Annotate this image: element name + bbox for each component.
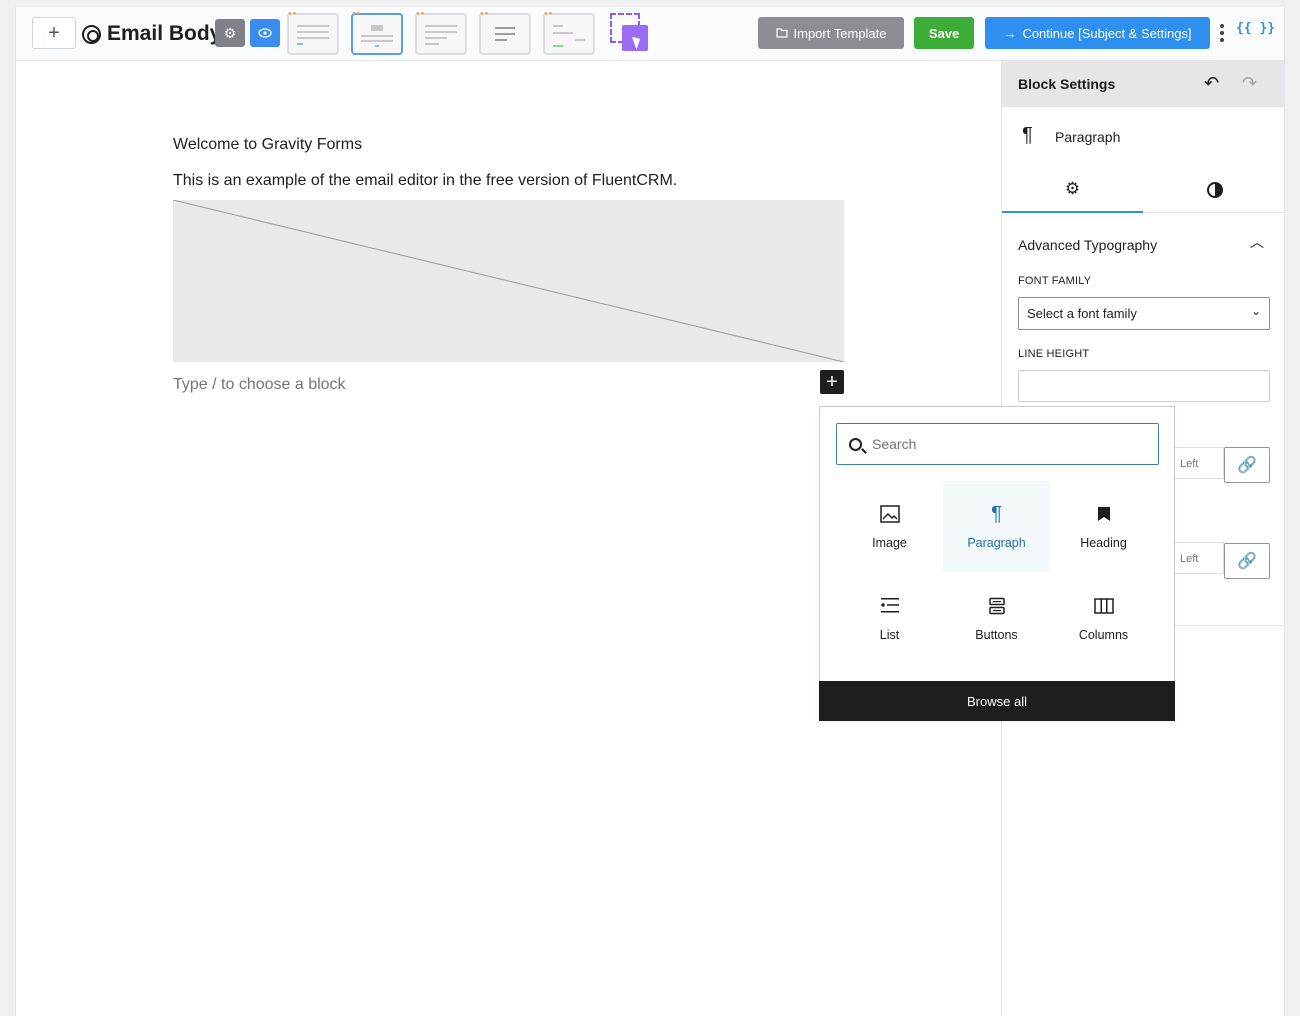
placeholder-diagonal [173, 200, 844, 362]
template-thumbnail-1[interactable]: ●● [287, 11, 339, 55]
shortcodes-button[interactable]: {{ }} [1236, 21, 1275, 36]
inline-inserter-button[interactable]: + [820, 370, 844, 394]
tab-styles[interactable] [1144, 167, 1284, 213]
visual-builder-button[interactable] [610, 13, 650, 53]
search-placeholder: Search [872, 436, 917, 452]
font-family-value: Select a font family [1027, 306, 1137, 321]
save-label: Save [928, 25, 960, 41]
chevron-down-icon: ⌄ [1250, 304, 1261, 318]
template-thumbnail-3[interactable]: ●● [415, 11, 467, 55]
template-dots: ●● [288, 11, 298, 17]
continue-label: Continue [Subject & Settings] [1022, 25, 1192, 41]
bookmark-icon [1097, 503, 1111, 525]
settings-gear-button[interactable]: ⚙ [215, 19, 245, 47]
block-item-paragraph[interactable]: ¶ Paragraph [943, 481, 1050, 572]
list-icon [880, 595, 900, 617]
template-thumbnail-5[interactable]: ●● [543, 11, 595, 55]
paragraph-example[interactable]: This is an example of the email editor i… [173, 172, 677, 190]
more-options-button[interactable] [1217, 19, 1227, 47]
paragraph-icon: ¶ [991, 502, 1002, 525]
paragraph-icon: ¶ [1022, 124, 1033, 146]
chevron-up-icon[interactable]: ︿ [1250, 232, 1264, 252]
tab-settings[interactable]: ⚙ [1002, 167, 1143, 213]
block-item-columns[interactable]: Columns [1050, 573, 1157, 664]
top-toolbar: + Email Body ⚙ ●● ●● ●● ●● ●● Import Tem… [16, 7, 1284, 61]
block-label: Image [872, 536, 907, 550]
link-sides-button-2[interactable]: 🔗 [1224, 543, 1270, 579]
preview-button[interactable] [250, 19, 280, 47]
block-label: Columns [1078, 628, 1129, 642]
save-button[interactable]: Save [914, 17, 974, 49]
template-dots: ●● [416, 11, 426, 17]
import-template-label: Import Template [793, 25, 887, 41]
block-label: Buttons [975, 628, 1018, 642]
block-item-list[interactable]: List [836, 573, 943, 664]
gear-icon: ⚙ [1064, 179, 1081, 198]
contrast-icon [1206, 182, 1223, 198]
template-dots: ●● [544, 11, 554, 17]
template-thumbnail-4[interactable]: ●● [479, 11, 531, 55]
template-dots: ●● [352, 11, 362, 17]
block-name: Paragraph [1055, 129, 1121, 145]
search-icon [849, 437, 862, 451]
link-icon: 🔗 [1237, 457, 1257, 474]
add-block-button[interactable]: + [32, 17, 76, 49]
import-template-button[interactable]: Import Template [758, 17, 904, 49]
block-item-heading[interactable]: Heading [1050, 481, 1157, 572]
block-appender[interactable]: Type / to choose a block [173, 376, 346, 394]
undo-icon[interactable]: ↶ [1204, 73, 1219, 94]
link-sides-button-1[interactable]: 🔗 [1224, 447, 1270, 483]
columns-icon [1093, 595, 1114, 617]
spacing-left-input-2[interactable]: Left [1174, 542, 1224, 574]
panel-title[interactable]: Advanced Typography [1018, 237, 1157, 253]
arrow-right-icon: → [1003, 25, 1017, 41]
redo-icon[interactable]: ↷ [1242, 73, 1257, 94]
folder-icon [775, 28, 788, 38]
buttons-icon [988, 595, 1006, 617]
link-icon: 🔗 [1237, 553, 1257, 570]
block-search-input[interactable]: Search [836, 423, 1159, 465]
image-icon [879, 503, 900, 525]
block-label: Paragraph [967, 536, 1026, 550]
block-item-image[interactable]: Image [836, 481, 943, 572]
lifebuoy-icon [82, 24, 101, 44]
kebab-icon [1220, 24, 1224, 28]
eye-icon [258, 28, 272, 38]
block-inserter-popover: Search Image ¶ Paragraph Heading List Bu… [819, 406, 1175, 721]
image-placeholder[interactable] [173, 200, 844, 362]
block-card: ¶ Paragraph [1002, 107, 1284, 167]
continue-button[interactable]: → Continue [Subject & Settings] [985, 17, 1210, 49]
font-family-select[interactable]: Select a font family ⌄ [1018, 297, 1270, 330]
line-height-label: LINE HEIGHT [1018, 348, 1090, 360]
line-height-input[interactable] [1018, 370, 1270, 402]
block-label: List [879, 628, 900, 642]
sidebar-header: Block Settings ↶ ↷ [1002, 61, 1284, 107]
gear-icon: ⚙ [223, 24, 237, 41]
spacing-left-input-1[interactable]: Left [1174, 447, 1224, 479]
template-thumbnail-2[interactable]: ●● [351, 11, 403, 55]
sidebar-tabs: ⚙ [1002, 167, 1284, 213]
block-label: Heading [1080, 536, 1127, 550]
page-title-text: Email Body [107, 22, 222, 45]
page-title: Email Body [82, 19, 221, 49]
template-dots: ●● [480, 11, 490, 17]
block-item-buttons[interactable]: Buttons [943, 573, 1050, 664]
paragraph-welcome[interactable]: Welcome to Gravity Forms [173, 136, 362, 154]
browse-all-button[interactable]: Browse all [819, 681, 1175, 721]
sidebar-title: Block Settings [1018, 76, 1116, 92]
font-family-label: FONT FAMILY [1018, 275, 1092, 287]
